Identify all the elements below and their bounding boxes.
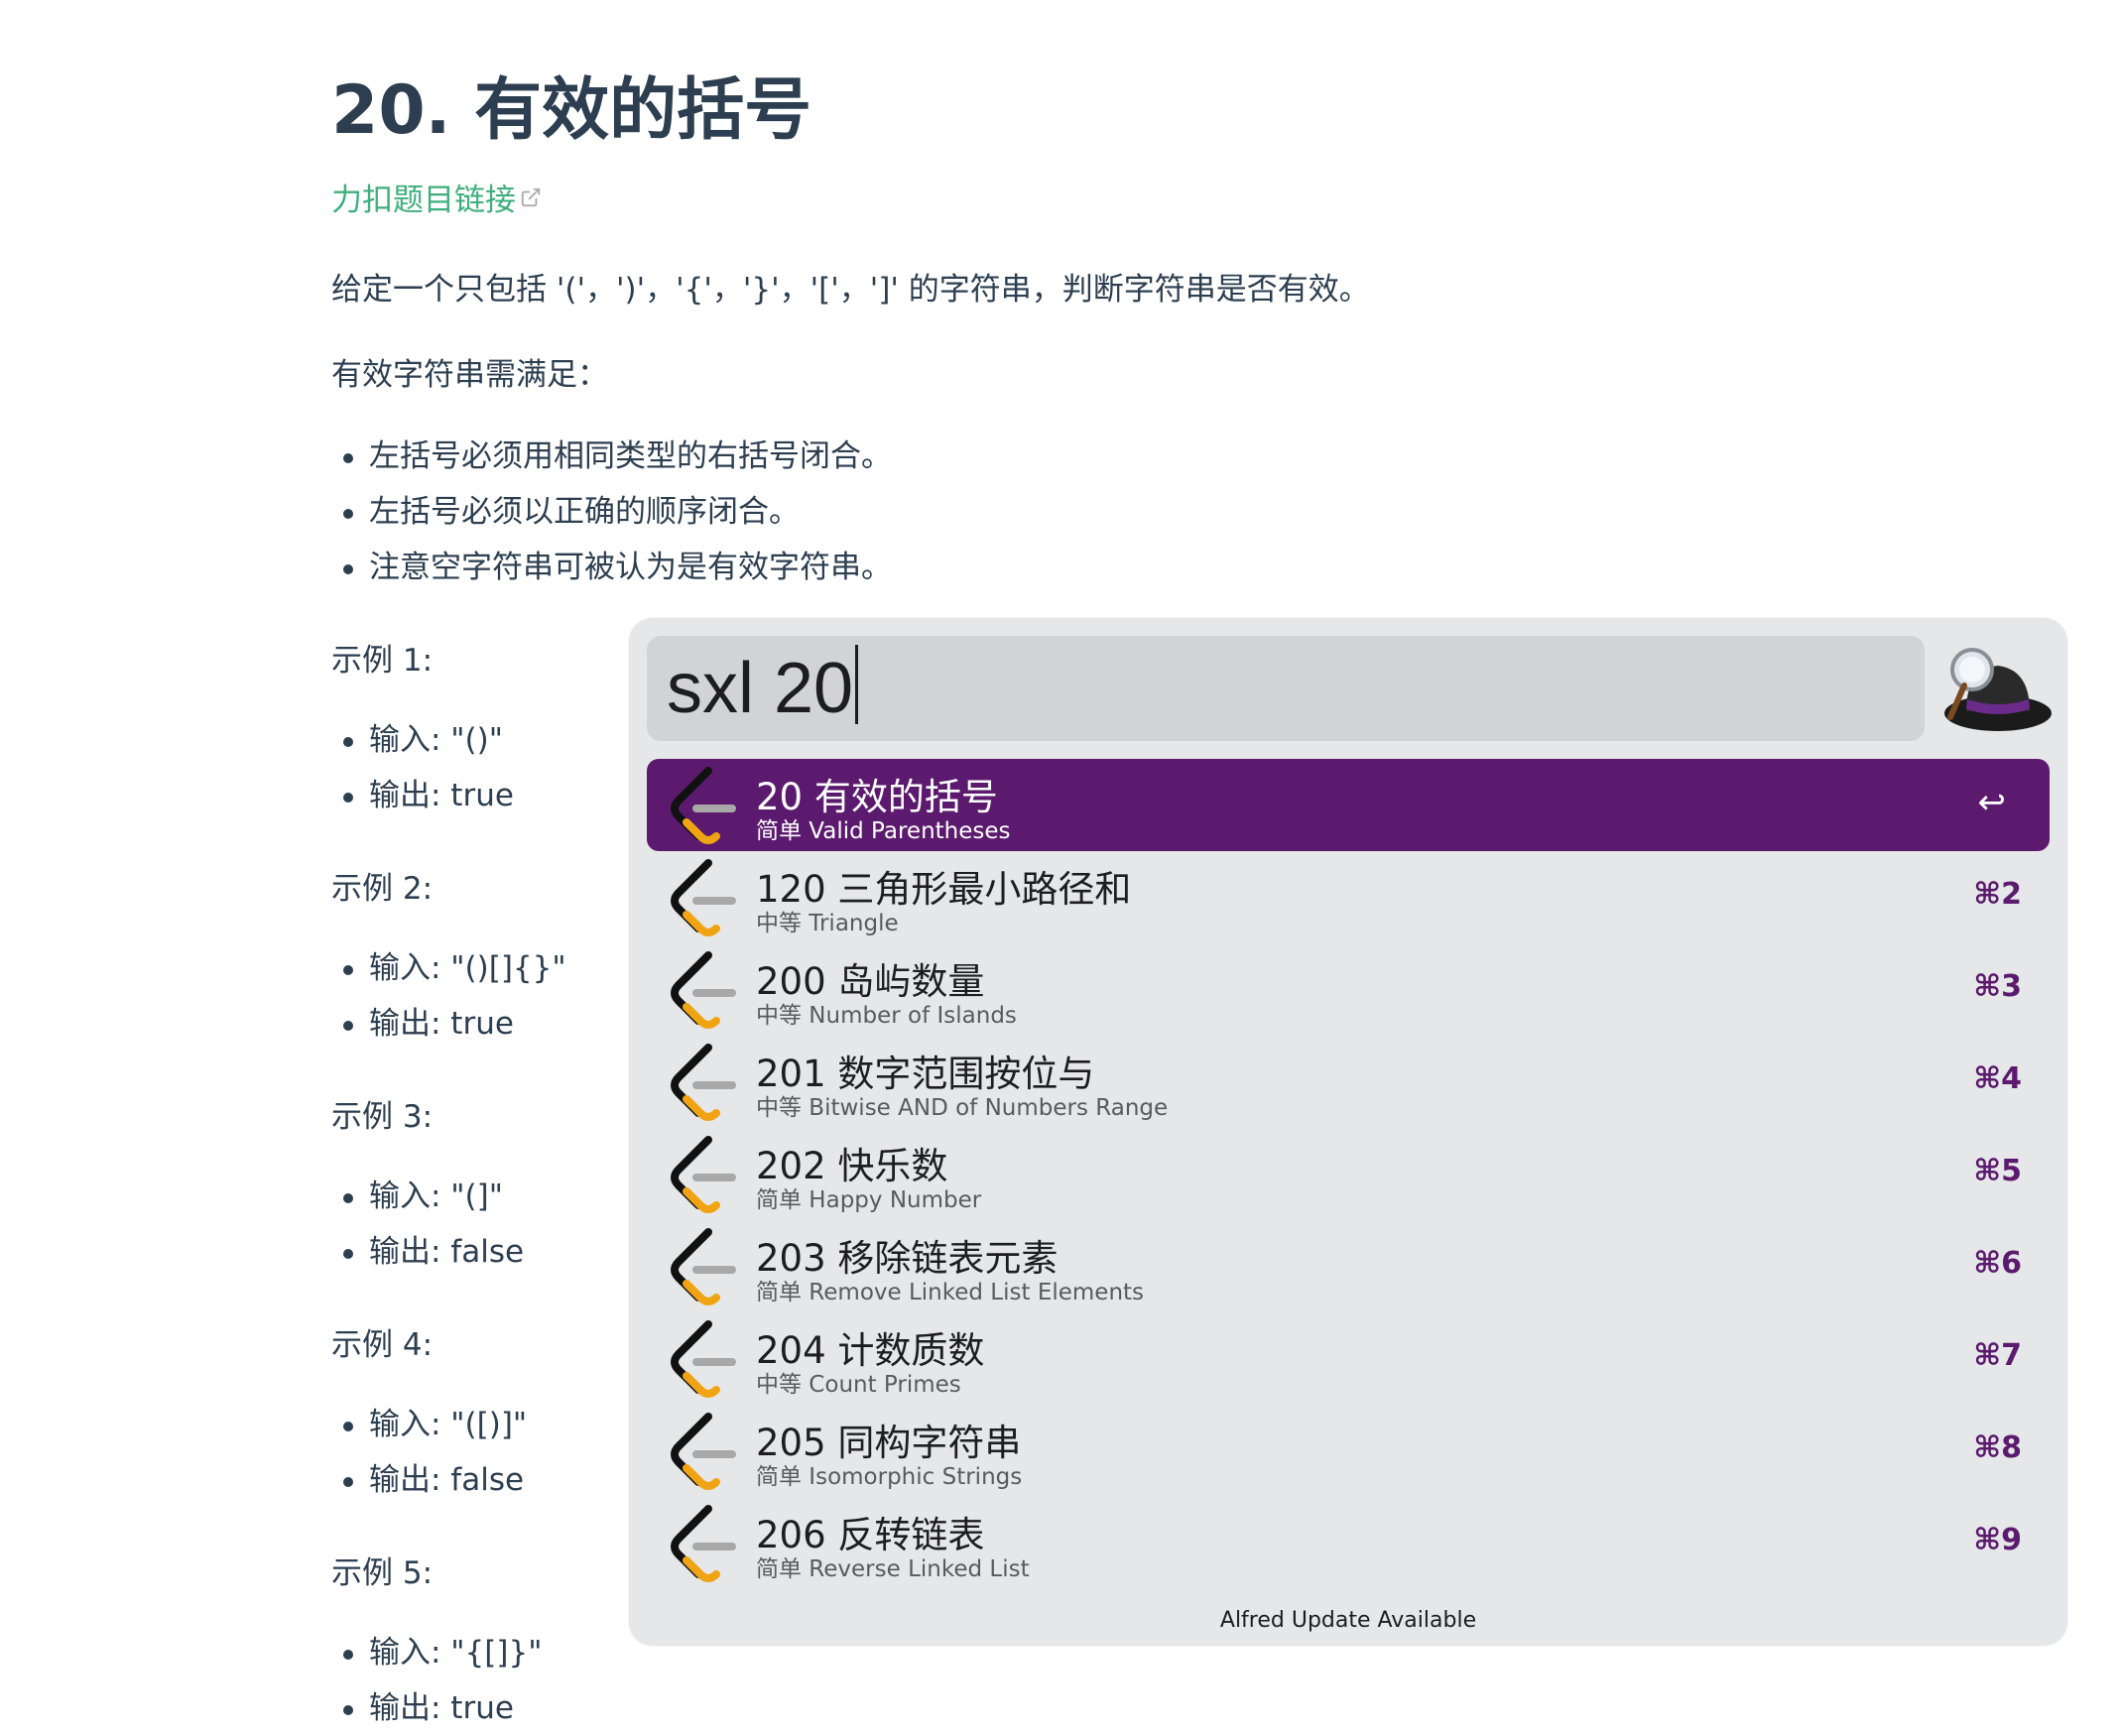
example-label: 示例 5: bbox=[331, 1555, 434, 1591]
result-shortcut: ↩ bbox=[1977, 783, 2007, 822]
result-subtitle: 简单 Remove Linked List Elements bbox=[756, 1280, 1145, 1305]
search-box[interactable]: sxl 20 bbox=[647, 636, 1925, 741]
external-link-icon bbox=[521, 187, 541, 207]
rule-item: 左括号必须用相同类型的右括号闭合。 bbox=[331, 429, 892, 484]
result-subtitle: 中等 Count Primes bbox=[756, 1372, 961, 1398]
result-row[interactable]: 205 同构字符串 简单 Isomorphic Strings ⌘8 bbox=[647, 1405, 2050, 1497]
result-subtitle: 简单 Happy Number bbox=[756, 1187, 982, 1213]
example-list: 输入: "([)]" 输出: false bbox=[331, 1397, 527, 1508]
text-caret bbox=[855, 645, 859, 724]
result-row[interactable]: 206 反转链表 简单 Reverse Linked List ⌘9 bbox=[647, 1497, 2050, 1589]
result-subtitle: 简单 Reverse Linked List bbox=[756, 1556, 1030, 1582]
leetcode-icon bbox=[671, 951, 736, 1029]
leetcode-icon bbox=[671, 1505, 736, 1582]
example-output: 输出: false bbox=[331, 1224, 524, 1280]
leetcode-icon bbox=[671, 1320, 736, 1398]
example-list: 输入: "{[]}" 输出: true bbox=[331, 1625, 542, 1736]
example-output: 输出: true bbox=[331, 768, 514, 823]
result-shortcut: ⌘8 bbox=[1973, 1430, 2022, 1465]
example-label: 示例 3: bbox=[331, 1099, 434, 1135]
result-row[interactable]: 200 岛屿数量 中等 Number of Islands ⌘3 bbox=[647, 943, 2050, 1036]
result-subtitle: 中等 Bitwise AND of Numbers Range bbox=[756, 1095, 1169, 1121]
rule-item: 左括号必须以正确的顺序闭合。 bbox=[331, 484, 892, 540]
example-label: 示例 2: bbox=[331, 871, 434, 907]
leetcode-icon bbox=[671, 1228, 736, 1305]
rule-item: 注意空字符串可被认为是有效字符串。 bbox=[331, 540, 892, 595]
example-output: 输出: true bbox=[331, 996, 566, 1052]
example-input: 输入: "()" bbox=[331, 712, 514, 768]
example-list: 输入: "(]" 输出: false bbox=[331, 1169, 524, 1280]
example-label: 示例 1: bbox=[331, 643, 434, 679]
result-subtitle: 中等 Triangle bbox=[756, 911, 899, 936]
result-shortcut: ⌘6 bbox=[1973, 1246, 2022, 1281]
result-row[interactable]: 203 移除链表元素 简单 Remove Linked List Elements… bbox=[647, 1220, 2050, 1312]
search-query: sxl 20 bbox=[667, 649, 854, 728]
problem-description: 给定一个只包括 '('，')'，'{'，'}'，'['，']' 的字符串，判断字… bbox=[331, 272, 1370, 308]
alfred-window: sxl 20 20 有效的括号 简单 Valid Parentheses ↩ 120 … bbox=[629, 618, 2067, 1646]
update-notice[interactable]: Alfred Update Available bbox=[629, 1608, 2067, 1633]
result-shortcut: ⌘5 bbox=[1973, 1154, 2022, 1188]
example-list: 输入: "()" 输出: true bbox=[331, 712, 514, 823]
search-input[interactable]: sxl 20 bbox=[667, 644, 859, 733]
result-shortcut: ⌘3 bbox=[1973, 969, 2022, 1004]
result-shortcut: ⌘4 bbox=[1973, 1061, 2022, 1096]
result-row[interactable]: 20 有效的括号 简单 Valid Parentheses ↩ bbox=[647, 759, 2050, 851]
page-title: 20. 有效的括号 bbox=[331, 71, 812, 150]
result-subtitle: 中等 Number of Islands bbox=[756, 1003, 1017, 1029]
example-input: 输入: "()[]{}" bbox=[331, 940, 566, 996]
alfred-hat-icon[interactable] bbox=[1936, 640, 2054, 737]
example-label: 示例 4: bbox=[331, 1327, 434, 1363]
result-subtitle: 简单 Valid Parentheses bbox=[756, 818, 1011, 844]
result-shortcut: ⌘9 bbox=[1973, 1523, 2022, 1557]
example-output: 输出: false bbox=[331, 1452, 527, 1508]
example-output: 输出: true bbox=[331, 1680, 542, 1736]
example-input: 输入: "(]" bbox=[331, 1169, 524, 1224]
problem-link-label: 力扣题目链接 bbox=[331, 183, 516, 218]
leetcode-icon bbox=[671, 1044, 736, 1121]
example-list: 输入: "()[]{}" 输出: true bbox=[331, 940, 566, 1052]
example-input: 输入: "([)]" bbox=[331, 1397, 527, 1452]
requirement-intro: 有效字符串需满足： bbox=[331, 357, 608, 393]
problem-link[interactable]: 力扣题目链接 bbox=[331, 175, 542, 219]
leetcode-icon bbox=[671, 767, 736, 844]
results-list: 20 有效的括号 简单 Valid Parentheses ↩ 120 三角形最小路径… bbox=[647, 759, 2050, 1589]
result-subtitle: 简单 Isomorphic Strings bbox=[756, 1464, 1023, 1490]
result-row[interactable]: 201 数字范围按位与 中等 Bitwise AND of Numbers Ran… bbox=[647, 1036, 2050, 1128]
result-row[interactable]: 204 计数质数 中等 Count Primes ⌘7 bbox=[647, 1312, 2050, 1405]
leetcode-icon bbox=[671, 1136, 736, 1213]
result-shortcut: ⌘7 bbox=[1973, 1338, 2022, 1373]
leetcode-icon bbox=[671, 1413, 736, 1490]
result-shortcut: ⌘2 bbox=[1973, 877, 2022, 912]
result-row[interactable]: 202 快乐数 简单 Happy Number ⌘5 bbox=[647, 1128, 2050, 1220]
rules-list: 左括号必须用相同类型的右括号闭合。 左括号必须以正确的顺序闭合。 注意空字符串可… bbox=[331, 429, 892, 595]
leetcode-icon bbox=[671, 859, 736, 936]
example-input: 输入: "{[]}" bbox=[331, 1625, 542, 1680]
result-row[interactable]: 120 三角形最小路径和 中等 Triangle ⌘2 bbox=[647, 851, 2050, 943]
